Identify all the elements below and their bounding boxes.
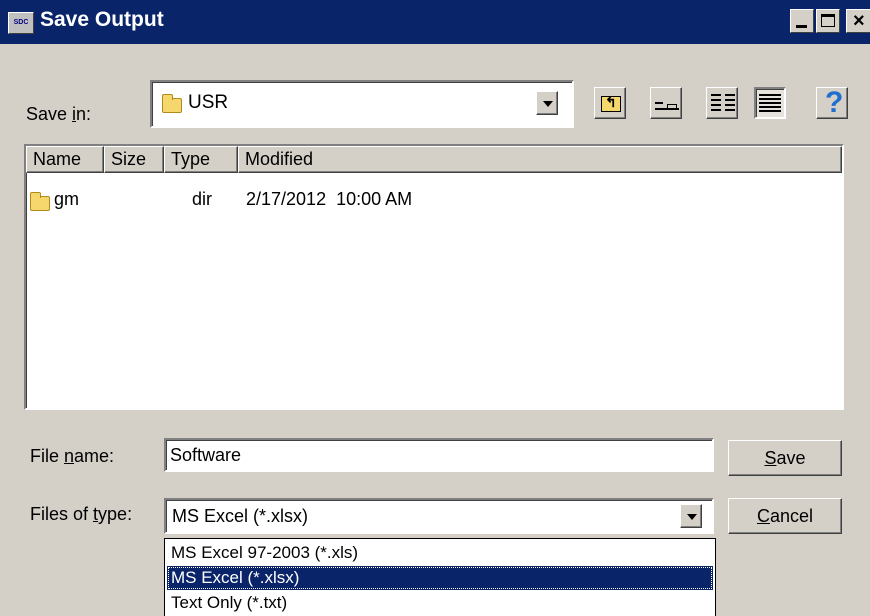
- row-type: dir: [192, 189, 213, 209]
- file-name-input[interactable]: Software: [164, 438, 714, 472]
- file-type-option[interactable]: MS Excel 97-2003 (*.xls): [167, 541, 713, 565]
- column-header-modified[interactable]: Modified: [238, 146, 842, 173]
- column-header-size[interactable]: Size: [104, 146, 164, 173]
- file-list[interactable]: Name Size Type Modified gm dir 2/17/2012…: [24, 144, 844, 410]
- up-folder-icon: ↰: [601, 95, 621, 112]
- help-button[interactable]: ?: [816, 86, 848, 119]
- close-button[interactable]: ×: [846, 9, 870, 33]
- table-row[interactable]: gm dir 2/17/2012 10:00 AM: [26, 186, 842, 212]
- column-header-name[interactable]: Name: [26, 146, 104, 173]
- list-view-button[interactable]: [706, 87, 738, 119]
- close-icon: ×: [853, 10, 865, 32]
- list-view-icon: [711, 94, 735, 114]
- file-type-value: MS Excel (*.xlsx): [172, 506, 309, 526]
- file-type-dropdown[interactable]: MS Excel (*.xlsx): [164, 498, 714, 534]
- column-header-type[interactable]: Type: [164, 146, 238, 173]
- new-folder-button[interactable]: [650, 87, 682, 119]
- save-in-label: Save in:: [26, 104, 92, 124]
- file-type-option-selected[interactable]: MS Excel (*.xlsx): [167, 566, 713, 590]
- file-type-label: Files of type:: [30, 504, 133, 524]
- file-type-option[interactable]: Text Only (*.txt): [167, 591, 713, 615]
- file-type-options: MS Excel 97-2003 (*.xls) MS Excel (*.xls…: [164, 538, 716, 616]
- folder-icon: [162, 94, 182, 113]
- minimize-button[interactable]: [790, 9, 814, 33]
- save-in-value: USR: [188, 92, 229, 113]
- window-title: Save Output: [40, 8, 164, 31]
- save-button[interactable]: Save: [728, 440, 842, 476]
- minimize-icon: [796, 25, 807, 28]
- file-type-dropdown-arrow[interactable]: [680, 504, 702, 528]
- save-in-dropdown-arrow[interactable]: [536, 91, 558, 115]
- save-in-dropdown[interactable]: USR: [150, 80, 574, 128]
- folder-icon: [30, 192, 50, 211]
- details-view-button[interactable]: [754, 87, 786, 119]
- cancel-button[interactable]: Cancel: [728, 498, 842, 534]
- details-view-icon: [759, 94, 781, 112]
- title-bar: SDC Save Output ×: [0, 0, 870, 44]
- maximize-button[interactable]: [816, 9, 840, 33]
- app-icon: SDC: [8, 12, 34, 34]
- file-name-value: Software: [170, 445, 242, 465]
- maximize-icon: [821, 14, 835, 27]
- file-name-label: File name:: [30, 446, 115, 466]
- new-folder-icon: [655, 98, 679, 110]
- row-modified: 2/17/2012 10:00 AM: [246, 189, 413, 209]
- help-icon: ?: [825, 86, 844, 119]
- up-one-level-button[interactable]: ↰: [594, 87, 626, 119]
- row-name: gm: [54, 189, 80, 209]
